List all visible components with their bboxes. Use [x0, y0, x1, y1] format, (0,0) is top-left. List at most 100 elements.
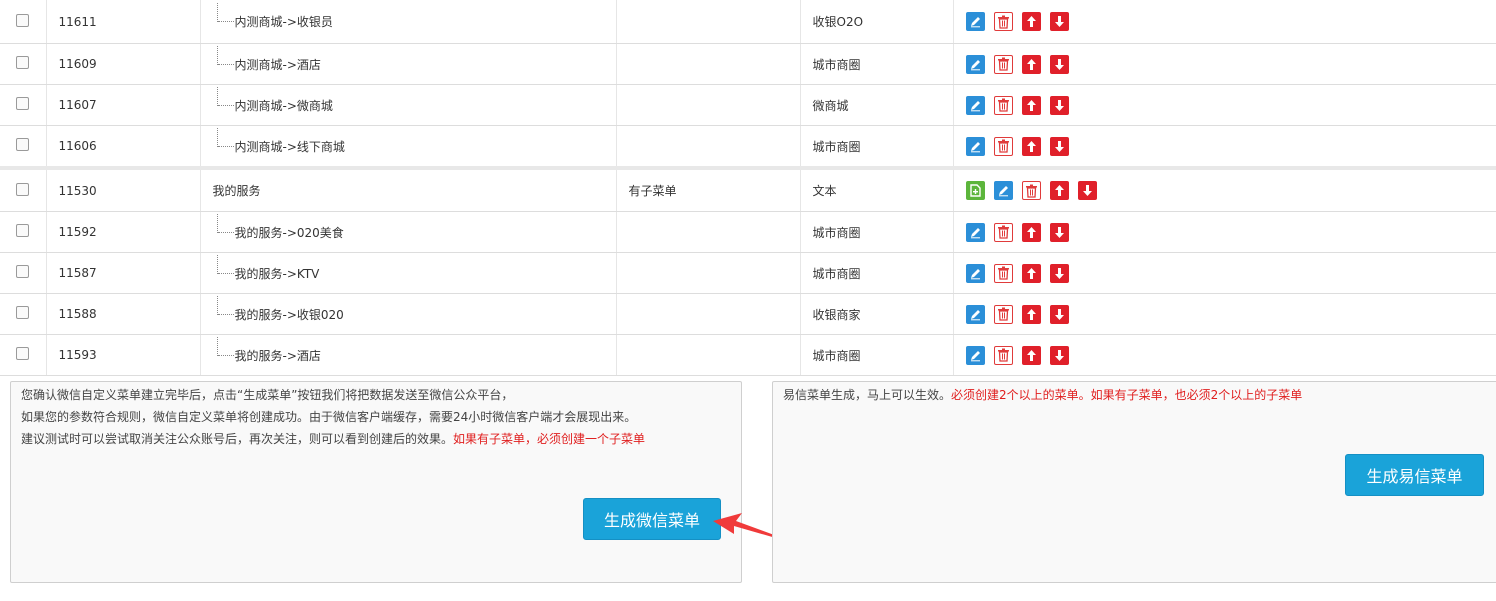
- menu-name: 内测商城->收银员: [213, 3, 333, 30]
- menu-id: 11530: [46, 166, 201, 212]
- trash-icon[interactable]: [993, 345, 1013, 365]
- menu-id: 11606: [46, 125, 201, 169]
- row-actions: [953, 252, 1496, 294]
- generate-wechat-menu-button[interactable]: 生成微信菜单: [583, 498, 721, 540]
- arrow-up-icon[interactable]: [1021, 136, 1041, 156]
- edit-pencil-icon[interactable]: [965, 263, 985, 283]
- menu-table: 11611 内测商城->收银员 收银O2O 11609 内测商城->酒店 城市商圈 1160…: [0, 0, 1496, 376]
- trash-icon[interactable]: [1021, 181, 1041, 200]
- row-actions: [953, 293, 1496, 335]
- menu-id: 11607: [46, 84, 201, 126]
- arrow-down-icon[interactable]: [1049, 136, 1069, 156]
- menu-name-cell: 我的服务: [200, 166, 617, 212]
- submenu-flag: [616, 293, 801, 335]
- table-row: 11607 内测商城->微商城 微商城: [0, 84, 1496, 126]
- menu-name-cell: 我的服务->KTV: [200, 252, 617, 294]
- row-checkbox-cell: [0, 211, 47, 253]
- table-row: 11606 内测商城->线下商城 城市商圈: [0, 125, 1496, 169]
- menu-id: 11611: [46, 0, 201, 44]
- add-child-icon[interactable]: [965, 181, 985, 200]
- row-checkbox[interactable]: [16, 182, 30, 196]
- table-row: 11611 内测商城->收银员 收银O2O: [0, 0, 1496, 44]
- edit-pencil-icon[interactable]: [965, 345, 985, 365]
- row-checkbox[interactable]: [16, 224, 30, 237]
- edit-pencil-icon[interactable]: [965, 54, 985, 74]
- row-checkbox[interactable]: [16, 138, 30, 151]
- edit-pencil-icon[interactable]: [965, 12, 985, 31]
- menu-name: 内测商城->线下商城: [213, 127, 345, 155]
- wechat-instruction-1: 您确认微信自定义菜单建立完毕后，点击“生成菜单”按钮我们将把数据发送至微信公众平…: [21, 388, 514, 402]
- arrow-up-icon[interactable]: [1021, 12, 1041, 31]
- arrow-up-icon[interactable]: [1021, 95, 1041, 115]
- arrow-down-icon[interactable]: [1049, 95, 1069, 115]
- row-checkbox[interactable]: [16, 306, 30, 319]
- submenu-flag: [616, 84, 801, 126]
- menu-name: 内测商城->微商城: [213, 86, 333, 114]
- row-checkbox[interactable]: [16, 347, 30, 360]
- row-checkbox-cell: [0, 334, 47, 376]
- menu-name-cell: 内测商城->微商城: [200, 84, 617, 126]
- arrow-up-icon[interactable]: [1021, 222, 1041, 242]
- row-checkbox[interactable]: [16, 97, 30, 110]
- edit-pencil-icon[interactable]: [993, 181, 1013, 200]
- arrow-down-icon[interactable]: [1049, 54, 1069, 74]
- menu-type: 城市商圈: [800, 125, 954, 169]
- row-checkbox-cell: [0, 293, 47, 335]
- row-actions: [953, 125, 1496, 169]
- menu-name: 我的服务->020美食: [213, 213, 344, 241]
- arrow-up-icon[interactable]: [1021, 54, 1041, 74]
- table-row: 11592 我的服务->020美食 城市商圈: [0, 211, 1496, 253]
- menu-name-cell: 内测商城->线下商城: [200, 125, 617, 169]
- row-actions: [953, 43, 1496, 85]
- menu-type: 收银商家: [800, 293, 954, 335]
- trash-icon[interactable]: [993, 12, 1013, 31]
- table-row-parent: 11530 我的服务 有子菜单 文本: [0, 166, 1496, 212]
- arrow-down-icon[interactable]: [1049, 263, 1069, 283]
- arrow-down-icon[interactable]: [1077, 181, 1097, 200]
- menu-name: 我的服务->KTV: [213, 254, 319, 282]
- trash-icon[interactable]: [993, 54, 1013, 74]
- arrow-down-icon[interactable]: [1049, 304, 1069, 324]
- row-checkbox-cell: [0, 0, 47, 44]
- menu-name: 我的服务->收银020: [213, 295, 344, 323]
- edit-pencil-icon[interactable]: [965, 222, 985, 242]
- table-row: 11587 我的服务->KTV 城市商圈: [0, 252, 1496, 294]
- trash-icon[interactable]: [993, 263, 1013, 283]
- edit-pencil-icon[interactable]: [965, 304, 985, 324]
- row-checkbox-cell: [0, 125, 47, 169]
- menu-name: 我的服务: [212, 184, 261, 198]
- edit-pencil-icon[interactable]: [965, 136, 985, 156]
- wechat-instruction-2: 如果您的参数符合规则，微信自定义菜单将创建成功。由于微信客户端缓存，需要24小时…: [21, 410, 637, 424]
- row-checkbox[interactable]: [16, 265, 30, 278]
- row-checkbox[interactable]: [16, 13, 30, 27]
- arrow-down-icon[interactable]: [1049, 12, 1069, 31]
- row-actions: [953, 84, 1496, 126]
- menu-id: 11588: [46, 293, 201, 335]
- generate-yixin-menu-button[interactable]: 生成易信菜单: [1345, 454, 1484, 496]
- submenu-flag: 有子菜单: [616, 166, 801, 212]
- row-checkbox[interactable]: [16, 56, 30, 69]
- trash-icon[interactable]: [993, 136, 1013, 156]
- menu-id: 11593: [46, 334, 201, 376]
- menu-type: 城市商圈: [800, 252, 954, 294]
- arrow-down-icon[interactable]: [1049, 222, 1069, 242]
- arrow-up-icon[interactable]: [1049, 181, 1069, 200]
- row-checkbox-cell: [0, 252, 47, 294]
- row-checkbox-cell: [0, 84, 47, 126]
- arrow-up-icon[interactable]: [1021, 263, 1041, 283]
- trash-icon[interactable]: [993, 222, 1013, 242]
- row-actions: [953, 334, 1496, 376]
- arrow-down-icon[interactable]: [1049, 345, 1069, 365]
- menu-type: 微商城: [800, 84, 954, 126]
- trash-icon[interactable]: [993, 95, 1013, 115]
- edit-pencil-icon[interactable]: [965, 95, 985, 115]
- row-actions: [953, 0, 1496, 44]
- menu-name: 内测商城->酒店: [213, 45, 321, 73]
- trash-icon[interactable]: [993, 304, 1013, 324]
- menu-name: 我的服务->酒店: [213, 336, 321, 364]
- menu-name-cell: 内测商城->收银员: [200, 0, 617, 44]
- arrow-up-icon[interactable]: [1021, 304, 1041, 324]
- submenu-flag: [616, 252, 801, 294]
- arrow-up-icon[interactable]: [1021, 345, 1041, 365]
- wechat-instruction-3: 建议测试时可以尝试取消关注公众账号后，再次关注，则可以看到创建后的效果。如果有子…: [21, 432, 646, 446]
